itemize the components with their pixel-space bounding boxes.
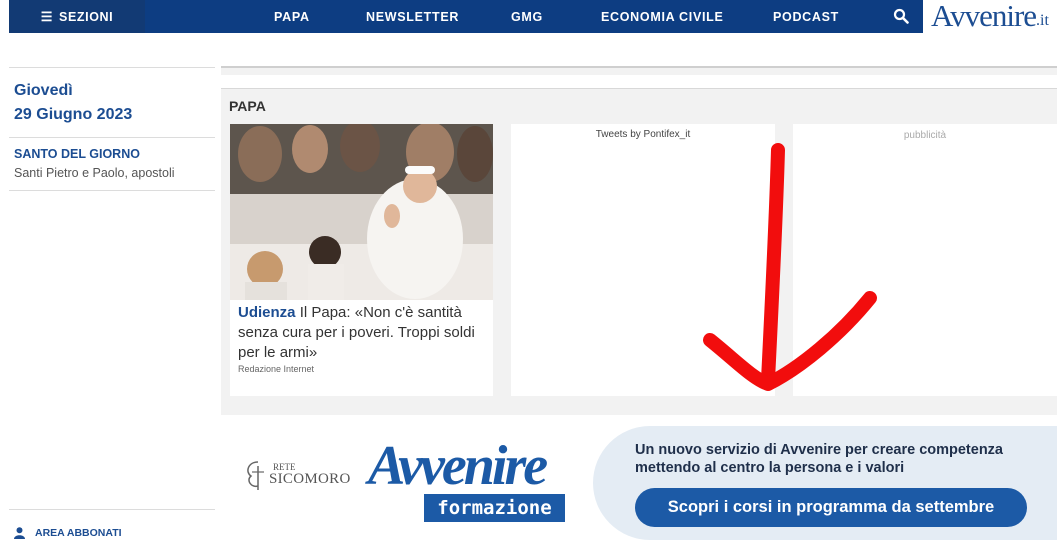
logo-tld: .it bbox=[1036, 11, 1049, 29]
formazione-logo-word: Avvenire bbox=[368, 435, 548, 497]
santo-del-giorno-name[interactable]: Santi Pietro e Paolo, apostoli bbox=[14, 166, 175, 180]
logo-wordmark: Avvenire bbox=[931, 0, 1037, 33]
nav-item-podcast[interactable]: PODCAST bbox=[773, 0, 839, 33]
article-photo[interactable] bbox=[230, 124, 493, 300]
nav-item-economia-civile[interactable]: ECONOMIA CIVILE bbox=[601, 0, 724, 33]
sidebar-divider bbox=[9, 137, 215, 138]
avvenire-logo[interactable]: Avvenire .it bbox=[923, 0, 1057, 33]
sezioni-label: SEZIONI bbox=[59, 9, 114, 24]
main-top-strip bbox=[221, 68, 1057, 75]
scopri-corsi-button[interactable]: Scopri i corsi in programma da settembre bbox=[635, 488, 1027, 527]
nav-item-papa[interactable]: PAPA bbox=[274, 0, 310, 33]
tweets-label[interactable]: Tweets by Pontifex_it bbox=[511, 129, 775, 140]
nav-item-gmg[interactable]: GMG bbox=[511, 0, 543, 33]
avvenire-formazione-logo[interactable]: Avvenire formazione bbox=[362, 432, 567, 526]
banner-text: Un nuovo servizio di Avvenire per creare… bbox=[635, 442, 1003, 476]
sezioni-menu-button[interactable]: ☰ SEZIONI bbox=[9, 0, 145, 33]
article-author: Redazione Internet bbox=[238, 364, 315, 374]
partner-line2: SICOMORO bbox=[269, 471, 351, 487]
article-kicker[interactable]: Udienza bbox=[238, 304, 296, 321]
santo-del-giorno-title[interactable]: SANTO DEL GIORNO bbox=[14, 147, 140, 161]
sidebar-divider bbox=[9, 509, 215, 510]
top-navigation-bar: ☰ SEZIONI PAPA NEWSLETTER GMG ECONOMIA C… bbox=[9, 0, 1057, 33]
area-abbonati-link[interactable]: AREA ABBONATI bbox=[14, 526, 122, 540]
section-title[interactable]: PAPA bbox=[229, 98, 266, 114]
rete-sicomoro-logo[interactable]: RETE SICOMORO bbox=[243, 456, 350, 496]
search-icon[interactable] bbox=[893, 8, 909, 24]
hamburger-icon: ☰ bbox=[40, 8, 54, 24]
formazione-label: formazione bbox=[424, 494, 565, 522]
date-day: Giovedì bbox=[14, 82, 73, 99]
article-headline-block[interactable]: Udienza Il Papa: «Non c'è santità senza … bbox=[238, 303, 488, 363]
date-full: 29 Giugno 2023 bbox=[14, 106, 133, 123]
sidebar-divider bbox=[9, 190, 215, 191]
area-abbonati-label: AREA ABBONATI bbox=[35, 527, 122, 539]
nav-item-newsletter[interactable]: NEWSLETTER bbox=[366, 0, 459, 33]
red-arrow-annotation bbox=[703, 143, 877, 391]
user-icon bbox=[14, 527, 25, 539]
sidebar-divider bbox=[9, 67, 215, 68]
